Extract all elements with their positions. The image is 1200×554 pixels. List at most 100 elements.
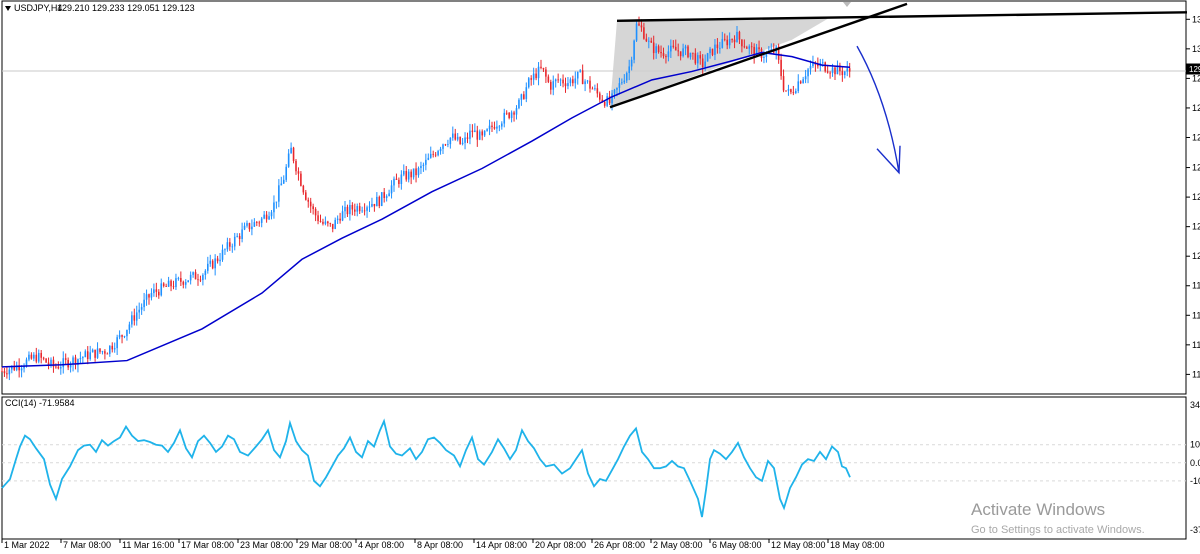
candle-body — [82, 357, 84, 359]
time-tick-label: 20 Apr 08:00 — [535, 540, 586, 550]
candle-body — [464, 137, 466, 143]
candle-body — [655, 46, 657, 54]
candle-body — [706, 53, 709, 62]
candle-body — [792, 92, 795, 94]
candle-body — [57, 366, 60, 369]
candle-body — [260, 218, 263, 223]
candle-body — [660, 52, 662, 54]
candle-body — [415, 168, 417, 176]
candle-body — [616, 87, 618, 90]
candle-body — [594, 88, 596, 90]
candle-body — [50, 359, 52, 365]
time-tick-label: 29 Mar 08:00 — [299, 540, 352, 550]
candle-body — [635, 23, 638, 41]
candle-body — [349, 205, 351, 215]
candle-body — [263, 214, 265, 219]
candle-body — [341, 211, 344, 221]
candle-body — [268, 216, 270, 220]
candle-body — [236, 235, 238, 237]
candle-body — [280, 183, 283, 186]
candle-body — [221, 249, 224, 260]
candle-body — [613, 89, 616, 94]
candle-body — [243, 225, 246, 230]
candle-body — [180, 278, 182, 282]
candle-body — [167, 280, 170, 287]
candle-body — [633, 40, 635, 60]
candle-body — [378, 196, 381, 206]
candle-body — [64, 358, 67, 360]
candle-body — [194, 272, 197, 280]
candle-body — [307, 199, 310, 202]
candle-body — [525, 87, 528, 99]
candle-body — [324, 221, 327, 224]
candle-body — [251, 226, 253, 230]
price-tick-label: 125.970 — [1192, 132, 1200, 142]
candle-body — [488, 125, 491, 130]
candle-body — [358, 206, 361, 212]
candle-body — [224, 249, 226, 251]
candle-body — [508, 112, 510, 119]
candle-body — [552, 81, 555, 90]
candle-body — [809, 66, 812, 70]
candle-body — [282, 179, 285, 184]
candle-body — [256, 222, 258, 223]
candle-body — [501, 123, 503, 127]
candle-body — [253, 222, 256, 227]
candle-body — [177, 278, 180, 279]
candle-body — [746, 47, 748, 49]
candle-body — [829, 72, 831, 74]
cci-tick-label: -377.4984 — [1190, 525, 1200, 535]
candle-body — [265, 214, 268, 220]
price-tick-label: 128.770 — [1192, 73, 1200, 83]
candle-body — [694, 53, 697, 64]
candle-body — [187, 280, 189, 283]
candle-body — [116, 337, 118, 349]
candle-body — [275, 201, 278, 203]
candle-body — [162, 283, 165, 287]
time-tick-label: 8 Apr 08:00 — [417, 540, 463, 550]
candle-body — [542, 67, 545, 70]
candle-body — [493, 126, 496, 129]
candle-body — [422, 164, 425, 166]
candle-body — [550, 81, 552, 90]
candle-body — [518, 99, 520, 109]
candle-body — [523, 94, 525, 99]
candle-body — [211, 260, 214, 269]
candle-body — [483, 130, 486, 136]
candle-body — [371, 203, 373, 207]
candle-body — [55, 366, 57, 368]
chart-window[interactable]: 131.570 130.170 128.770 127.370 125.970 124.5… — [0, 0, 1200, 554]
candle-body — [750, 46, 753, 48]
candle-body — [314, 209, 317, 216]
candle-body — [606, 96, 608, 106]
candle-body — [96, 348, 99, 358]
candle-body — [395, 178, 398, 180]
candle-body — [731, 39, 733, 40]
candle-body — [846, 68, 849, 72]
time-tick-label: 11 Mar 16:00 — [122, 540, 174, 550]
candle-body — [630, 59, 633, 67]
candle-body — [723, 38, 726, 40]
candle-body — [547, 76, 550, 82]
price-tick-label: 130.170 — [1192, 44, 1200, 54]
candle-body — [189, 274, 192, 281]
cci-tick-label: -100 — [1190, 476, 1200, 486]
candle-body — [603, 101, 606, 106]
candle-body — [344, 206, 346, 212]
candle-body — [143, 299, 145, 308]
candle-body — [474, 130, 476, 133]
candle-body — [486, 129, 488, 131]
candle-body — [478, 131, 481, 140]
candle-body — [126, 329, 128, 337]
candle-body — [848, 68, 851, 72]
candle-body — [520, 94, 523, 100]
candle-body — [231, 246, 234, 248]
candle-body — [692, 52, 694, 54]
candle-body — [380, 192, 383, 206]
candle-body — [121, 335, 123, 337]
candle-body — [674, 46, 677, 51]
candle-body — [662, 53, 665, 57]
candle-body — [567, 83, 569, 87]
candle-body — [537, 66, 540, 79]
candle-body — [454, 133, 457, 140]
